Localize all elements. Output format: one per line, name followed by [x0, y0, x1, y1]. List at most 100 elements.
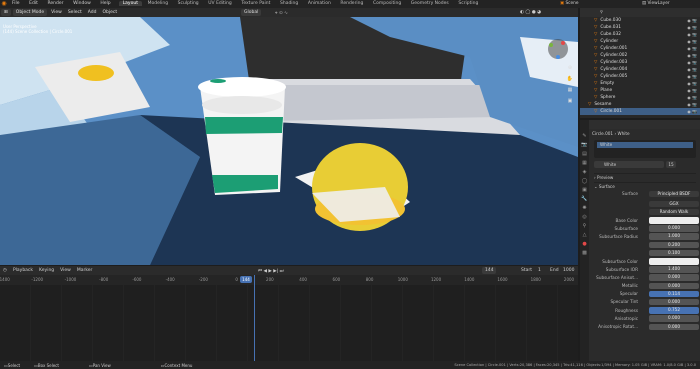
view-layer-selector[interactable]: ▤ ViewLayer — [642, 1, 670, 7]
start-field[interactable]: 1 — [535, 268, 544, 273]
tab-modeling[interactable]: Modeling — [144, 1, 172, 6]
outliner-item[interactable]: ▽ Circle.001 ◉ 📷 — [580, 108, 700, 115]
property-value-field[interactable]: 0.000 — [649, 274, 699, 281]
menu-window[interactable]: Window — [69, 1, 95, 6]
menu-render[interactable]: Render — [43, 1, 67, 6]
material-datablock[interactable]: White 15 — [594, 161, 696, 168]
color-swatch[interactable] — [649, 258, 699, 265]
blender-logo-icon[interactable]: ◉ — [0, 0, 8, 8]
visibility-icons[interactable]: ◉ 📷 — [687, 73, 697, 80]
tab-layout[interactable]: Layout — [118, 1, 142, 6]
outliner-item[interactable]: ▽ Cylinder.001 ◉ 📷 — [580, 45, 700, 52]
tab-sculpting[interactable]: Sculpting — [174, 1, 203, 6]
editor-type-icon[interactable]: ⊞ — [1, 9, 11, 16]
modifier-tab-icon[interactable]: 🔧 — [580, 195, 589, 204]
outliner-item[interactable]: ▽ Cube.031 ◉ 📷 — [580, 24, 700, 31]
tab-uv-editing[interactable]: UV Editing — [204, 1, 235, 6]
property-value-field[interactable]: 0.000 — [649, 298, 699, 306]
data-tab-icon[interactable]: △ — [580, 231, 589, 240]
visibility-icons[interactable]: ◉ 📷 — [687, 108, 697, 115]
scene-selector[interactable]: ▣ Scene — [560, 1, 579, 7]
visibility-icons[interactable]: ◉ 📷 — [687, 101, 697, 108]
viewport-menu-select[interactable]: Select — [65, 10, 85, 15]
object-tab-icon[interactable]: ▣ — [580, 186, 589, 195]
playhead-frame-label[interactable]: 144 — [240, 276, 252, 283]
texture-tab-icon[interactable]: ▩ — [580, 249, 589, 258]
shading-buttons[interactable]: ◐ ◯ ● ◕ — [520, 10, 541, 15]
outliner-item[interactable]: ▽ Cube.032 ◉ 📷 — [580, 31, 700, 38]
property-value-field[interactable]: 1.400 — [649, 266, 699, 273]
tab-shading[interactable]: Shading — [276, 1, 302, 6]
viewport-menu-object[interactable]: Object — [99, 10, 120, 15]
outliner-item[interactable]: ▽ Empty ◉ 📷 — [580, 80, 700, 87]
viewport-menu-view[interactable]: View — [48, 10, 65, 15]
property-value-field[interactable]: 0.000 — [649, 315, 699, 322]
timeline-ruler[interactable]: -1400 -1200 -1000 -800 -600 -400 -200 0 200 400 60… — [0, 275, 578, 285]
object-mode-dropdown[interactable]: Object Mode — [12, 9, 48, 16]
end-field[interactable]: 1000 — [560, 268, 577, 273]
tab-geometry-nodes[interactable]: Geometry Nodes — [407, 1, 453, 6]
outliner-item[interactable]: ▽ Sesame ◉ 📷 — [580, 101, 700, 108]
visibility-icons[interactable]: ◉ 📷 — [687, 52, 697, 59]
preview-section[interactable]: › Preview — [594, 173, 696, 181]
menu-edit[interactable]: Edit — [25, 1, 42, 6]
surface-section[interactable]: ⌄ Surface — [594, 182, 696, 190]
scene-tab-icon[interactable]: ◈ — [580, 168, 589, 177]
material-slot-list[interactable]: White — [594, 140, 696, 158]
visibility-icons[interactable]: ◉ 📷 — [687, 38, 697, 45]
material-name-field[interactable]: White — [594, 161, 664, 168]
outliner-item[interactable]: ▽ Sphere ◉ 📷 — [580, 94, 700, 101]
subsurface-method-dropdown[interactable]: Random Walk — [649, 208, 699, 216]
tool-tab-icon[interactable]: ✎ — [580, 132, 589, 141]
tab-compositing[interactable]: Compositing — [369, 1, 405, 6]
tab-rendering[interactable]: Rendering — [336, 1, 367, 6]
timeline-body[interactable]: 144 — [0, 275, 578, 361]
color-swatch[interactable] — [649, 217, 699, 224]
outliner-item[interactable]: ▽ Cylinder.003 ◉ 📷 — [580, 59, 700, 66]
visibility-icons[interactable]: ◉ 📷 — [687, 87, 697, 94]
orientation-dropdown[interactable]: Global — [241, 9, 262, 16]
visibility-icons[interactable]: ◉ 📷 — [687, 59, 697, 66]
pan-hand-icon[interactable]: ✋ — [566, 74, 574, 85]
tab-animation[interactable]: Animation — [304, 1, 335, 6]
snap-icon[interactable]: ⌖ ⊙ ∿ — [275, 10, 288, 16]
outliner-item[interactable]: ▽ Cylinder.002 ◉ 📷 — [580, 52, 700, 59]
output-tab-icon[interactable]: ▤ — [580, 150, 589, 159]
visibility-icons[interactable]: ◉ 📷 — [687, 45, 697, 52]
menu-help[interactable]: Help — [96, 1, 114, 6]
property-value-field[interactable]: 0.100 — [649, 249, 699, 257]
material-users-count[interactable]: 15 — [666, 161, 676, 168]
property-value-field[interactable]: 0.114 — [649, 290, 699, 298]
visibility-icons[interactable]: ◉ 📷 — [687, 80, 697, 87]
outliner-item[interactable]: ▽ Plane ◉ 📷 — [580, 87, 700, 94]
visibility-icons[interactable]: ◉ 📷 — [687, 31, 697, 38]
outliner-item[interactable]: ▽ Cube.030 ◉ 📷 — [580, 17, 700, 24]
visibility-icons[interactable]: ◉ 📷 — [687, 66, 697, 73]
menu-file[interactable]: File — [8, 1, 24, 6]
material-tab-icon[interactable]: ● — [580, 240, 589, 249]
surface-shader-dropdown[interactable]: Principled BSDF — [649, 190, 699, 197]
viewport-menu-add[interactable]: Add — [85, 10, 100, 15]
outliner-filter-icon[interactable]: ⚲ — [600, 9, 603, 14]
outliner-item[interactable]: ▽ Cylinder.005 ◉ 📷 — [580, 73, 700, 80]
outliner-item[interactable]: ▽ Cylinder.004 ◉ 📷 — [580, 66, 700, 73]
visibility-icons[interactable]: ◉ 📷 — [687, 94, 697, 101]
property-value-field[interactable]: 0.752 — [649, 307, 699, 314]
particles-tab-icon[interactable]: ✺ — [580, 204, 589, 213]
timeline-menu-marker[interactable]: Marker — [74, 268, 96, 273]
tab-scripting[interactable]: Scripting — [454, 1, 482, 6]
distribution-dropdown[interactable]: GGX — [649, 200, 699, 208]
world-tab-icon[interactable]: ◯ — [580, 177, 589, 186]
zoom-icon[interactable]: ⊕ — [566, 63, 574, 74]
property-value-field[interactable]: 0.000 — [649, 282, 699, 290]
render-tab-icon[interactable]: 📷 — [580, 141, 589, 150]
outliner-item[interactable]: ▽ Cylinder ◉ 📷 — [580, 38, 700, 45]
timeline-editor-icon[interactable]: ◷ — [0, 268, 10, 273]
current-frame-field[interactable]: 144 — [482, 267, 496, 274]
visibility-icons[interactable]: ◉ 📷 — [687, 24, 697, 31]
view-layer-tab-icon[interactable]: ▦ — [580, 159, 589, 168]
property-value-field[interactable]: 1.000 — [649, 233, 699, 240]
perspective-toggle-icon[interactable]: ▣ — [566, 96, 574, 107]
property-value-field[interactable]: 0.200 — [649, 241, 699, 249]
timeline-menu-keying[interactable]: Keying — [36, 268, 57, 273]
